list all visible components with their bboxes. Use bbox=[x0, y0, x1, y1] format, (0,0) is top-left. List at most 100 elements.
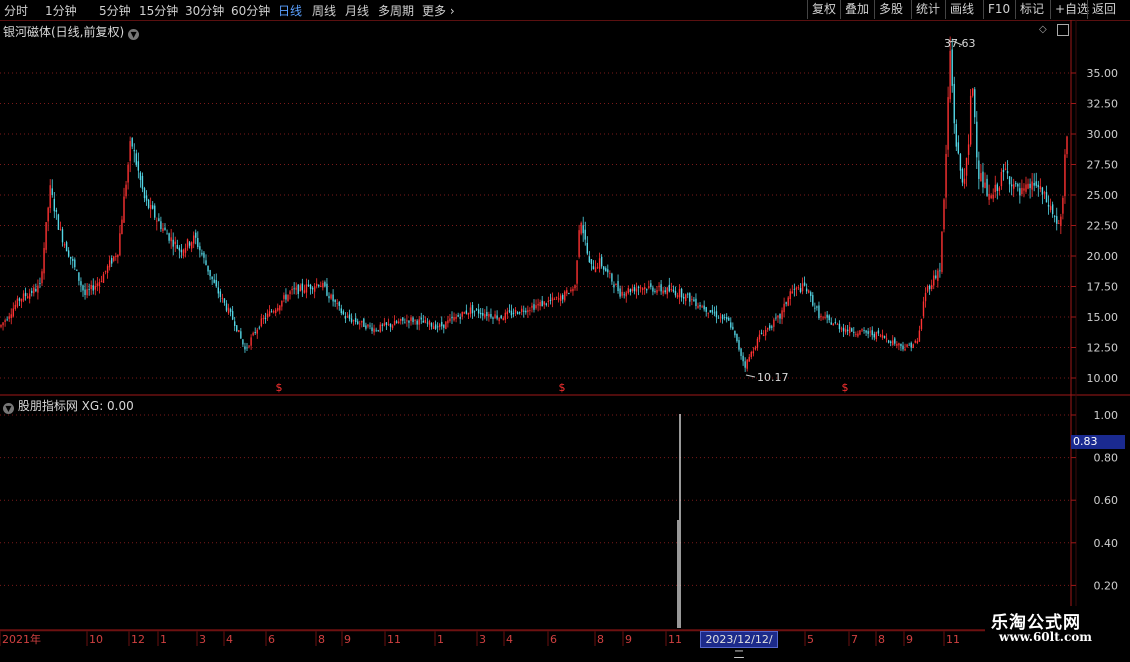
candle-body bbox=[943, 199, 945, 230]
candle-body bbox=[746, 359, 748, 369]
candle-body bbox=[246, 347, 248, 349]
candle-body bbox=[818, 305, 820, 319]
candle-body bbox=[176, 244, 178, 249]
candle-body bbox=[1047, 204, 1050, 207]
candle-body bbox=[8, 316, 10, 319]
candle-body bbox=[350, 318, 353, 322]
panel-maximize-icon[interactable] bbox=[1057, 24, 1069, 36]
candle-body bbox=[828, 315, 830, 321]
candle-body bbox=[334, 299, 336, 303]
candle-body bbox=[656, 289, 658, 293]
candle-body bbox=[717, 317, 720, 319]
candle-body bbox=[689, 293, 691, 302]
candle-body bbox=[72, 258, 74, 261]
date-tick-label: 8 bbox=[318, 633, 325, 646]
candle-body bbox=[625, 292, 627, 297]
candle-body bbox=[336, 303, 338, 304]
chevron-down-icon[interactable]: ▼ bbox=[3, 403, 14, 414]
candle-body bbox=[660, 284, 662, 292]
candle-body bbox=[719, 316, 722, 318]
chart-frame bbox=[0, 20, 1130, 631]
candle-body bbox=[490, 314, 492, 318]
candle-body bbox=[37, 285, 39, 293]
candle-body bbox=[840, 328, 843, 330]
candle-body bbox=[67, 250, 70, 257]
date-tick-label: 6 bbox=[550, 633, 557, 646]
candle-body bbox=[453, 317, 455, 321]
candle-body bbox=[562, 295, 564, 300]
candle-body bbox=[281, 300, 283, 307]
candle-body bbox=[865, 330, 867, 333]
candle-body bbox=[961, 168, 964, 183]
candle-body bbox=[426, 322, 429, 324]
candle-body bbox=[756, 338, 759, 348]
candle-body bbox=[328, 296, 330, 299]
candle-body bbox=[697, 305, 699, 308]
candle-body bbox=[680, 288, 683, 298]
candle-body bbox=[721, 314, 724, 320]
candle-body bbox=[775, 317, 777, 319]
candle-body bbox=[209, 270, 211, 277]
candle-body bbox=[393, 320, 396, 326]
candle-body bbox=[773, 319, 775, 327]
candle-body bbox=[348, 314, 351, 319]
candle-body bbox=[139, 172, 142, 180]
candle-body bbox=[404, 322, 406, 324]
candle-body bbox=[18, 298, 21, 301]
candle-body bbox=[918, 330, 921, 342]
candle-body bbox=[816, 306, 818, 308]
candle-body bbox=[250, 337, 252, 346]
candle-body bbox=[931, 284, 933, 289]
chevron-down-icon[interactable]: ▼ bbox=[128, 29, 140, 40]
panel-options-icon[interactable]: ◇ bbox=[1039, 24, 1047, 35]
candle-body bbox=[742, 355, 744, 362]
candle-body bbox=[695, 298, 697, 306]
candle-body bbox=[687, 293, 689, 295]
candle-body bbox=[553, 299, 556, 300]
candle-body bbox=[96, 283, 99, 286]
candle-body bbox=[1039, 186, 1042, 190]
candle-body bbox=[63, 244, 66, 246]
candle-body bbox=[234, 321, 236, 326]
candle-body bbox=[748, 356, 750, 362]
candlestick-series bbox=[0, 36, 1068, 372]
date-tick-label: 8 bbox=[597, 633, 604, 646]
candle-body bbox=[367, 324, 369, 327]
candle-body bbox=[10, 314, 12, 319]
candle-body bbox=[502, 318, 504, 321]
candle-body bbox=[326, 283, 328, 296]
candle-body bbox=[1015, 183, 1017, 185]
candle-body bbox=[844, 329, 847, 333]
candle-body bbox=[644, 287, 646, 290]
candle-body bbox=[549, 299, 552, 301]
candle-body bbox=[170, 237, 172, 242]
candle-body bbox=[373, 328, 375, 333]
candle-body bbox=[947, 97, 949, 150]
grid-lines bbox=[0, 72, 1071, 586]
candle-body bbox=[186, 239, 189, 248]
candle-body bbox=[498, 317, 500, 322]
candle-body bbox=[793, 288, 796, 290]
candle-body bbox=[920, 318, 923, 330]
candle-body bbox=[121, 219, 123, 235]
candle-body bbox=[264, 317, 267, 320]
price-tick-label: 20.00 bbox=[1087, 250, 1119, 263]
kline-chart-canvas[interactable]: 35.00 32.50 30.00 27.50 25.00 22.50 20.00 17.50… bbox=[0, 0, 1130, 650]
indicator-value-label: XG: 0.00 bbox=[81, 399, 134, 413]
candle-body bbox=[514, 309, 517, 313]
candle-body bbox=[324, 282, 326, 287]
candle-body bbox=[463, 312, 465, 314]
candle-body bbox=[607, 269, 609, 273]
date-tick-label: 7 bbox=[851, 633, 858, 646]
candle-body bbox=[734, 330, 736, 336]
candle-body bbox=[510, 310, 513, 316]
candle-body bbox=[1031, 181, 1033, 190]
candle-body bbox=[439, 324, 441, 327]
cursor-date-box: 2023/12/12/二 bbox=[700, 631, 778, 661]
candle-body bbox=[902, 345, 904, 350]
candle-body bbox=[484, 314, 486, 318]
candle-body bbox=[260, 318, 263, 327]
candle-body bbox=[723, 317, 726, 318]
candle-body bbox=[783, 303, 785, 313]
date-tick-label: 11 bbox=[387, 633, 401, 646]
